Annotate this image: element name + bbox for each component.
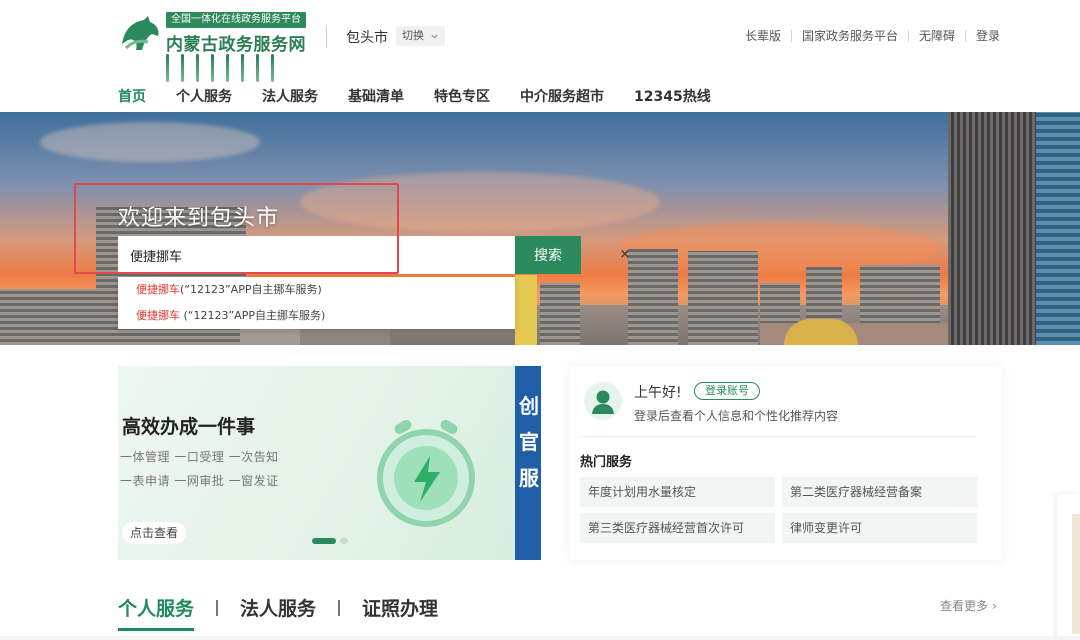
city-switch-button[interactable]: 切换	[396, 26, 445, 46]
banner-dome	[784, 319, 858, 345]
suggestion-highlight: 便捷挪车	[136, 309, 180, 322]
banner-building	[688, 251, 758, 345]
link-separator	[964, 29, 966, 42]
nav-corporate-services[interactable]: 法人服务	[262, 86, 318, 112]
banner-building	[515, 275, 537, 345]
link-separator	[790, 29, 792, 42]
search-suggestions: 便捷挪车(“12123”APP自主挪车服务) 便捷挪车 (“12123”APP自…	[118, 277, 515, 329]
promo-carousel[interactable]: 高效办成一件事 一体管理 一口受理 一次告知 一表申请 一网审批 一窗发证 点击…	[118, 366, 541, 560]
nav-hotline[interactable]: 12345热线	[634, 86, 711, 112]
user-icon	[592, 390, 614, 414]
tab-corporate-services[interactable]: 法人服务	[240, 594, 316, 631]
promo-line: 一体管理 一口受理 一次告知	[120, 450, 279, 464]
view-more-label: 查看更多	[940, 599, 989, 613]
current-city: 包头市	[346, 30, 388, 46]
nav-personal-services[interactable]: 个人服务	[176, 86, 232, 112]
floating-side-tab[interactable]	[1057, 494, 1080, 640]
suggestion-item[interactable]: 便捷挪车 (“12123”APP自主挪车服务)	[118, 303, 515, 329]
user-card: 上午好! 登录账号 登录后查看个人信息和个性化推荐内容 热门服务 年度计划用水量…	[570, 366, 1002, 560]
next-slide-text: 创官服	[519, 394, 539, 490]
horse-logo-icon	[122, 16, 159, 50]
banner-tower	[1036, 112, 1080, 345]
link-separator	[907, 29, 909, 42]
nav-agency-market[interactable]: 中介服务超市	[520, 86, 604, 112]
tab-separator	[338, 599, 341, 616]
mongolian-script-logo	[166, 54, 274, 82]
section-bottom-edge	[0, 636, 1080, 640]
login-account-button[interactable]: 登录账号	[694, 382, 760, 400]
nav-special-zone[interactable]: 特色专区	[434, 86, 490, 112]
login-tip: 登录后查看个人信息和个性化推荐内容	[634, 409, 839, 423]
suggestion-text: (“12123”APP自主挪车服务)	[180, 309, 326, 322]
search-button[interactable]: 搜索	[515, 236, 581, 274]
hot-services-title: 热门服务	[580, 455, 633, 470]
suggestion-highlight: 便捷挪车	[136, 283, 180, 296]
card-divider	[580, 436, 976, 437]
hot-service-item[interactable]: 第二类医疗器械经营备案	[782, 477, 977, 507]
logo-name: 内蒙古政务服务网	[166, 35, 306, 55]
hot-service-item[interactable]: 年度计划用水量核定	[580, 477, 775, 507]
clear-icon[interactable]: ×	[618, 248, 632, 262]
hot-service-item[interactable]: 第三类医疗器械经营首次许可	[580, 513, 775, 543]
carousel-dot[interactable]	[312, 538, 336, 544]
header: 全国一体化在线政务服务平台 内蒙古政务服务网 包头市 切换 长辈版 国家政务服务…	[0, 0, 1080, 116]
search-input[interactable]	[118, 236, 515, 274]
carousel-dots	[312, 538, 348, 544]
welcome-heading: 欢迎来到包头市	[118, 206, 280, 231]
banner-building	[628, 249, 678, 345]
promo-title: 高效办成一件事	[122, 416, 256, 438]
avatar[interactable]	[584, 382, 622, 420]
banner-building	[540, 283, 580, 345]
elder-version-link[interactable]: 长辈版	[745, 27, 781, 44]
nav-home[interactable]: 首页	[118, 86, 146, 116]
banner-cloud	[40, 122, 260, 162]
main-nav: 首页 个人服务 法人服务 基础清单 特色专区 中介服务超市 12345热线	[118, 86, 741, 116]
tab-license-services[interactable]: 证照办理	[362, 594, 438, 631]
accessibility-link[interactable]: 无障碍	[919, 27, 955, 44]
suggestion-text: (“12123”APP自主挪车服务)	[180, 283, 322, 296]
site-logo[interactable]: 全国一体化在线政务服务平台 内蒙古政务服务网	[118, 12, 308, 82]
tab-separator	[216, 599, 219, 616]
header-divider	[326, 26, 327, 48]
city-switch-label: 切换	[402, 29, 424, 42]
banner-cloud	[300, 172, 660, 232]
promo-view-button[interactable]: 点击查看	[122, 522, 187, 544]
nav-basic-list[interactable]: 基础清单	[348, 86, 404, 112]
top-links: 长辈版 国家政务服务平台 无障碍 登录	[745, 27, 1000, 44]
hot-service-item[interactable]: 律师变更许可	[782, 513, 977, 543]
view-more-link[interactable]: 查看更多 ›	[940, 597, 997, 614]
national-platform-link[interactable]: 国家政务服务平台	[802, 27, 898, 44]
greeting: 上午好!	[634, 385, 682, 401]
banner-tower	[948, 112, 1044, 345]
login-link[interactable]: 登录	[976, 27, 1000, 44]
promo-line: 一表申请 一网审批 一窗发证	[120, 474, 279, 488]
chevron-right-icon: ›	[992, 599, 997, 613]
carousel-dot[interactable]	[340, 538, 348, 544]
suggestion-item[interactable]: 便捷挪车(“12123”APP自主挪车服务)	[118, 277, 515, 303]
tab-personal-services[interactable]: 个人服务	[118, 594, 195, 631]
chevron-down-icon	[430, 34, 438, 39]
service-tabs: 个人服务 法人服务 证照办理	[118, 594, 438, 631]
page: 全国一体化在线政务服务平台 内蒙古政务服务网 包头市 切换 长辈版 国家政务服务…	[0, 0, 1080, 640]
alarm-clock-lightning-icon	[377, 420, 475, 527]
search-bar: × 搜索	[118, 236, 630, 274]
logo-badge: 全国一体化在线政务服务平台	[166, 12, 306, 28]
